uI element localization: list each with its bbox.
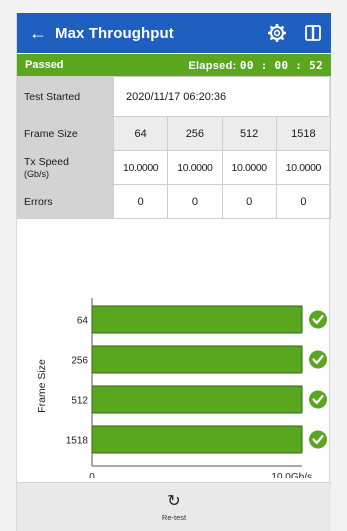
- chart-bar: [91, 305, 303, 334]
- frame-size-cell: 256: [167, 116, 223, 151]
- table-row: Errors 0 0 0 0: [17, 184, 332, 219]
- elapsed-timer: Elapsed: 00 : 00 : 52: [188, 59, 323, 72]
- elapsed-time: 00 : 00 : 52: [239, 58, 323, 72]
- split-view-icon[interactable]: [295, 13, 331, 53]
- category-tick-label: 64: [77, 316, 89, 327]
- back-arrow-icon[interactable]: ←: [29, 13, 55, 53]
- tx-speed-unit: (Gb/s): [24, 168, 50, 179]
- tx-speed-cell: 10.0000: [275, 150, 332, 185]
- errors-cell: 0: [112, 184, 169, 219]
- tx-speed-label: Tx Speed (Gb/s): [17, 150, 114, 185]
- tx-speed-cell: 10.0000: [221, 150, 277, 185]
- table-row: Test Started 2020/11/17 06:20:36: [17, 76, 331, 117]
- errors-cell: 0: [167, 184, 223, 219]
- errors-cell: 0: [275, 184, 332, 219]
- tx-speed-cell: 10.0000: [167, 150, 223, 185]
- category-tick-label: 256: [71, 356, 88, 367]
- tx-speed-cell: 10.0000: [112, 150, 169, 185]
- page-title: Max Throughput: [55, 24, 174, 42]
- category-tick-label: 1518: [66, 436, 89, 447]
- check-icon: [309, 310, 327, 329]
- check-icon: [309, 390, 327, 409]
- throughput-chart: 64 256 512 1518 0 10.0Gb/s Frame Size: [17, 278, 331, 478]
- errors-cell: 0: [221, 184, 277, 219]
- x-tick-label: 0: [89, 472, 95, 478]
- retest-button[interactable]: ↻ Re-test: [17, 482, 331, 531]
- errors-label: Errors: [17, 184, 114, 219]
- app-frame: ← Max Throughput Passed Elapsed: 00: 00…: [16, 13, 332, 531]
- tx-speed-label-text: Tx Speed: [24, 155, 69, 168]
- frame-size-cell: 512: [221, 116, 277, 151]
- frame-size-label: Frame Size: [17, 116, 114, 151]
- chart-bar: [91, 425, 303, 454]
- status-bar: Passed Elapsed: 00 : 00 : 52: [17, 54, 331, 76]
- table-row: Tx Speed (Gb/s) 10.0000 10.0000 10.0000 …: [17, 150, 332, 185]
- retest-label: Re-test: [161, 512, 187, 522]
- test-started-label: Test Started: [17, 76, 114, 117]
- x-tick-label: 10.0Gb/s: [271, 472, 312, 478]
- elapsed-label: Elapsed:: [188, 59, 237, 72]
- test-result: Passed: [25, 59, 64, 71]
- test-started-value: 2020/11/17 06:20:36: [113, 76, 331, 117]
- check-icon: [309, 430, 327, 449]
- results-table: Test Started 2020/11/17 06:20:36 Frame S…: [17, 76, 332, 219]
- y-axis-label: Frame Size: [36, 359, 48, 413]
- refresh-icon: ↻: [167, 492, 181, 510]
- chart-bar: [91, 385, 303, 414]
- frame-size-cell: 64: [112, 116, 169, 151]
- category-tick-label: 512: [71, 396, 88, 407]
- frame-size-cell: 1518: [275, 116, 332, 151]
- table-row: Frame Size 64 256 512 1518: [17, 116, 332, 151]
- app-header: ← Max Throughput: [17, 13, 331, 53]
- check-icon: [309, 350, 327, 369]
- settings-gear-icon[interactable]: [259, 13, 295, 53]
- chart-svg: 64 256 512 1518 0 10.0Gb/s Frame Size: [36, 298, 327, 478]
- chart-bar: [91, 345, 303, 374]
